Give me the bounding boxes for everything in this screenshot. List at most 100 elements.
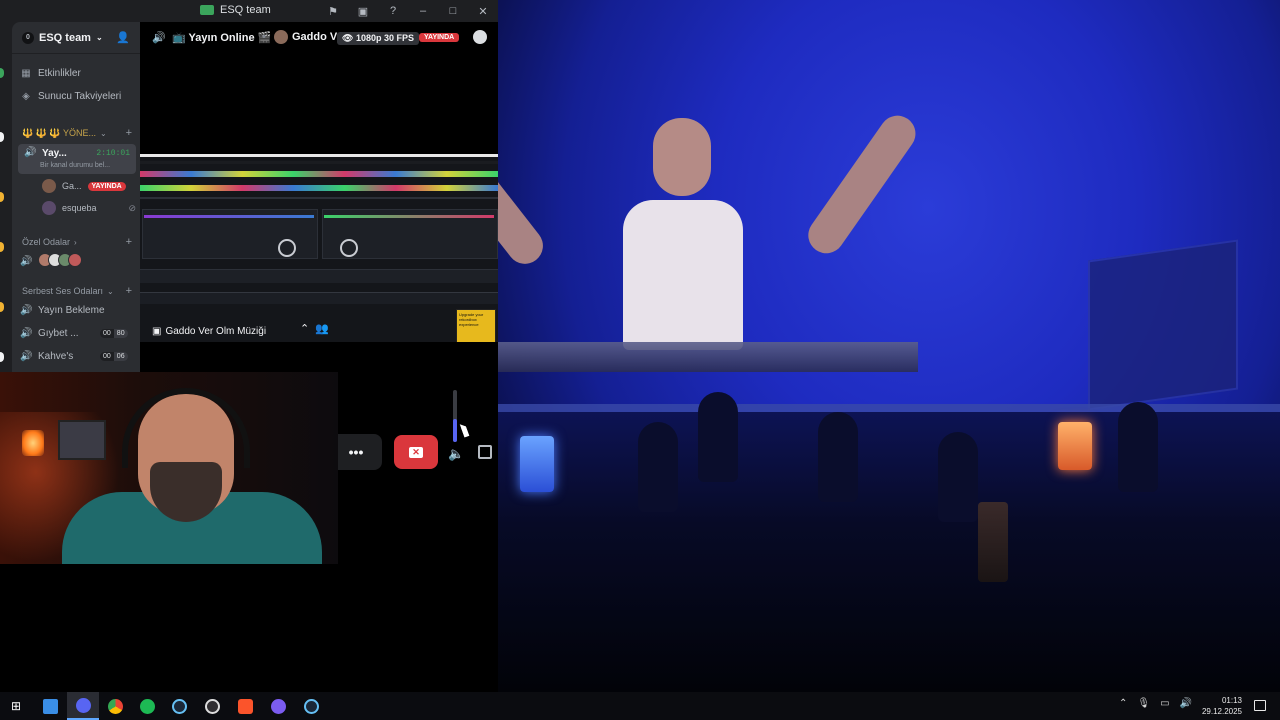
server-indicator[interactable] bbox=[0, 352, 4, 362]
stage-speaker bbox=[1088, 239, 1238, 411]
notification-icon[interactable] bbox=[1254, 700, 1266, 711]
crowd bbox=[498, 392, 1280, 692]
private-room-row[interactable]: 🔊 bbox=[20, 251, 136, 271]
dj-head bbox=[653, 118, 711, 196]
category-label: 🔱 🔱 🔱 YÖNE... bbox=[22, 128, 96, 138]
user-limit-badge: 00 06 bbox=[100, 351, 128, 361]
category-management[interactable]: 🔱 🔱 🔱 YÖNE... ⌄ bbox=[22, 128, 107, 139]
category-label: Özel Odalar bbox=[22, 237, 71, 247]
avatar bbox=[42, 179, 56, 193]
streamer[interactable]: Gaddo Ve bbox=[274, 30, 343, 44]
server-name: ESQ team bbox=[39, 31, 91, 44]
voice-speaker-icon: 🔊 bbox=[20, 350, 33, 362]
stop-stream-icon: ✕ bbox=[409, 446, 423, 458]
crowd-phone bbox=[520, 436, 554, 492]
dj-left-arm bbox=[498, 130, 551, 272]
taskbar-app[interactable] bbox=[163, 692, 195, 720]
events-label: Etkinlikler bbox=[38, 67, 81, 79]
stop-stream-button[interactable]: ✕ bbox=[394, 435, 438, 469]
add-member-icon[interactable]: 👤 bbox=[116, 31, 130, 44]
boost-icon: ◈ bbox=[22, 90, 30, 102]
add-channel-icon[interactable]: + bbox=[126, 236, 132, 248]
network-icon[interactable]: ▭ bbox=[1160, 698, 1169, 709]
server-indicator[interactable] bbox=[0, 302, 4, 312]
stream-screen[interactable]: Upgrade your rekordbox experience ▣ Gadd… bbox=[140, 154, 498, 342]
stream-channel-title: 📺 Yayın Online 🎬 bbox=[172, 32, 272, 44]
clock[interactable]: 01:13 29.12.2025 bbox=[1202, 695, 1242, 717]
volume-icon[interactable]: 🔈 bbox=[448, 446, 464, 462]
category-private-rooms[interactable]: Özel Odalar › bbox=[22, 237, 77, 247]
server-header[interactable]: 0 ESQ team ⌄ 👤 bbox=[12, 22, 140, 54]
sidebar-item-events[interactable]: ▦ Etkinlikler bbox=[20, 63, 136, 83]
taskbar-app[interactable] bbox=[99, 692, 131, 720]
monitor-icon: ▣ bbox=[152, 326, 162, 337]
chevron-up-icon[interactable]: ⌃ bbox=[300, 322, 309, 335]
concert-video bbox=[498, 0, 1280, 692]
channel-timer: 2:10:01 bbox=[96, 149, 130, 158]
taskbar-app[interactable] bbox=[34, 692, 66, 720]
window-title: ESQ team bbox=[200, 4, 271, 16]
volume-fill bbox=[453, 418, 457, 442]
server-list[interactable] bbox=[0, 22, 12, 372]
calendar-icon: ▦ bbox=[21, 67, 31, 79]
tray-chevron-icon[interactable]: ⌃ bbox=[1119, 698, 1127, 709]
people-icon[interactable]: 👥 bbox=[315, 322, 329, 335]
popout-icon[interactable] bbox=[478, 445, 492, 459]
window-controls: ⚑ ▣ ? – □ ✕ bbox=[318, 0, 498, 22]
close-button[interactable]: ✕ bbox=[468, 0, 498, 22]
taskbar-app[interactable] bbox=[295, 692, 327, 720]
taskbar-app[interactable] bbox=[131, 692, 163, 720]
flag-icon[interactable]: ⚑ bbox=[318, 0, 348, 22]
steam-icon bbox=[303, 698, 319, 714]
start-button[interactable]: ⊞ bbox=[0, 692, 32, 720]
app-purple-icon bbox=[270, 698, 286, 714]
taskbar-app[interactable] bbox=[229, 692, 261, 720]
microphone-icon[interactable]: 🎙 bbox=[1137, 698, 1150, 709]
stream-controls: ••• ✕ bbox=[330, 434, 438, 470]
headset bbox=[122, 388, 250, 468]
screen-overlay-buttons: ⌃ 👥 bbox=[300, 322, 329, 335]
taskbar-app[interactable] bbox=[262, 692, 294, 720]
ad-banner: Upgrade your rekordbox experience bbox=[456, 309, 496, 342]
server-indicator[interactable] bbox=[0, 242, 4, 252]
window-title-text: ESQ team bbox=[220, 4, 271, 16]
muted-mic-icon: ⊘ bbox=[128, 202, 137, 213]
clock-time: 01:13 bbox=[1221, 696, 1242, 705]
minimize-button[interactable]: – bbox=[408, 0, 438, 22]
spotify-icon bbox=[139, 698, 155, 714]
dj-booth bbox=[498, 342, 918, 372]
voice-user-esqueba[interactable]: esqueba ⊘ bbox=[42, 201, 136, 215]
boosts-label: Sunucu Takviyeleri bbox=[38, 90, 122, 102]
dj-figure bbox=[623, 200, 743, 350]
voice-user-gaddo[interactable]: Ga... YAYINDA bbox=[42, 179, 126, 193]
maximize-button[interactable]: □ bbox=[438, 0, 468, 22]
category-label: Serbest Ses Odaları bbox=[22, 286, 104, 296]
title-bar: ESQ team ⚑ ▣ ? – □ ✕ bbox=[0, 0, 498, 22]
live-badge: YAYINDA bbox=[87, 181, 126, 191]
add-channel-icon[interactable]: + bbox=[126, 285, 132, 297]
sidebar-item-boosts[interactable]: ◈ Sunucu Takviyeleri bbox=[20, 86, 136, 106]
help-icon[interactable]: ? bbox=[378, 0, 408, 22]
avatar bbox=[42, 201, 56, 215]
explorer-icon bbox=[42, 698, 58, 714]
category-free-voice[interactable]: Serbest Ses Odaları ⌄ bbox=[22, 286, 114, 296]
lamp bbox=[22, 430, 44, 456]
volume-slider[interactable] bbox=[453, 390, 457, 442]
user-limit-badge: 00 80 bbox=[100, 328, 128, 338]
voice-channel-row[interactable]: 🔊 Yayın Bekleme bbox=[20, 300, 136, 320]
voice-speaker-icon: 🔊 bbox=[20, 327, 33, 339]
voice-channel-row[interactable]: 🔊 Kahve's 00 06 bbox=[20, 346, 136, 366]
server-indicator[interactable] bbox=[0, 132, 4, 142]
chat-icon[interactable] bbox=[473, 30, 487, 44]
taskbar-app[interactable] bbox=[196, 692, 228, 720]
add-channel-icon[interactable]: + bbox=[126, 127, 132, 139]
voice-channel-name: Yayın Bekleme bbox=[38, 304, 105, 316]
server-indicator[interactable] bbox=[0, 192, 4, 202]
mouse-cursor bbox=[459, 422, 470, 438]
dj-right-arm bbox=[801, 108, 923, 261]
voice-channel-row[interactable]: 🔊 Gıybet ... 00 80 bbox=[20, 323, 136, 343]
server-indicator[interactable] bbox=[0, 68, 4, 78]
screen-icon[interactable]: ▣ bbox=[348, 0, 378, 22]
speaker-icon[interactable]: 🔊 bbox=[1180, 698, 1192, 709]
taskbar-app-discord[interactable] bbox=[67, 692, 99, 720]
